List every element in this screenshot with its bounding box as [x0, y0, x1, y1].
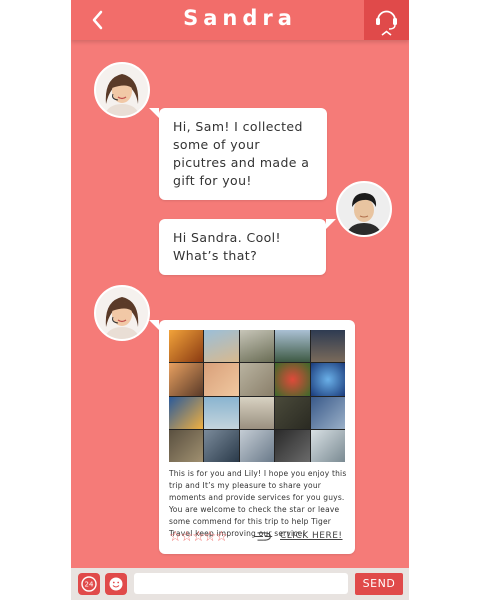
click-here-label[interactable]: CLICK HERE! [280, 527, 343, 545]
chat-screen: Sandra Hi, Sam! I collected some of your… [71, 0, 409, 600]
photo-tile [169, 396, 204, 429]
input-bar: 24 SEND [71, 568, 409, 600]
message-input[interactable] [134, 573, 348, 594]
photo-tile [275, 396, 310, 429]
pointing-hand-icon [253, 531, 273, 541]
message-text: Hi, Sam! I collected some of your picutr… [173, 119, 310, 188]
photo-tile [310, 429, 345, 462]
photo-tile [239, 363, 275, 396]
photo-tile [275, 429, 310, 462]
agent-avatar-image [96, 64, 148, 116]
avatar-sandra[interactable] [94, 285, 150, 341]
message-bubble: Hi, Sam! I collected some of your picutr… [149, 108, 327, 200]
agent-avatar-image [96, 287, 148, 339]
photo-tile [310, 330, 345, 363]
user-avatar-image [338, 183, 390, 235]
contact-name-title: Sandra [183, 6, 297, 30]
headset-icon [376, 10, 397, 36]
svg-text:24: 24 [85, 581, 94, 589]
photo-tile [204, 429, 239, 462]
message-text: Hi Sandra. Cool! What’s that? [173, 230, 281, 263]
photo-tile [239, 330, 275, 363]
photo-tile [310, 363, 345, 396]
24h-service-icon: 24 [81, 576, 97, 592]
chat-header: Sandra [71, 0, 409, 40]
photo-tile [239, 429, 275, 462]
emoji-button[interactable] [105, 573, 127, 595]
photo-tile [204, 396, 239, 429]
message-bubble: Hi Sandra. Cool! What’s that? [159, 219, 336, 275]
photo-tile [204, 330, 239, 363]
photo-tile [275, 330, 310, 363]
photo-tile [204, 363, 239, 396]
photo-tile [169, 429, 204, 462]
avatar-sam[interactable] [336, 181, 392, 237]
photo-tile [169, 363, 204, 396]
gift-bubble: This is for you and Lily! I hope you enj… [149, 320, 355, 554]
photo-collage[interactable] [169, 330, 345, 462]
click-here-link[interactable]: CLICK HERE! [252, 527, 343, 545]
send-button[interactable]: SEND [355, 573, 403, 595]
star-rating[interactable]: ☆☆☆☆☆ [169, 528, 228, 546]
emoji-icon [109, 577, 123, 591]
photo-tile [275, 363, 310, 396]
photo-tile [310, 396, 345, 429]
photo-tile [169, 330, 204, 363]
avatar-sandra[interactable] [94, 62, 150, 118]
agent-button[interactable] [364, 0, 409, 40]
24h-service-button[interactable]: 24 [78, 573, 100, 595]
photo-tile [239, 396, 275, 429]
